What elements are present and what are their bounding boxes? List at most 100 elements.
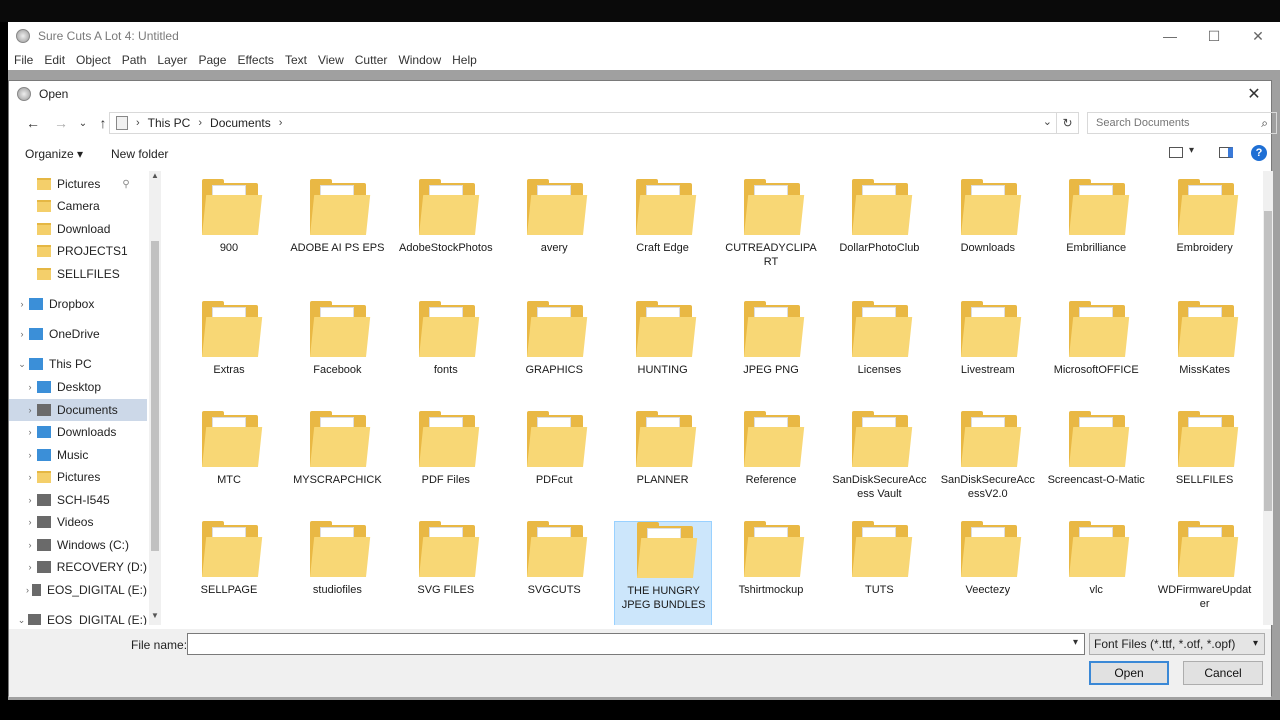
help-icon[interactable]: ? xyxy=(1251,145,1267,161)
organize-button[interactable]: Organize ▾ xyxy=(25,147,83,161)
refresh-button[interactable]: ↻ xyxy=(1057,112,1079,134)
folder-item[interactable]: Livestream xyxy=(939,301,1037,423)
expand-arrow-icon[interactable]: › xyxy=(23,517,37,527)
nav-item[interactable]: › RECOVERY (D:) xyxy=(9,556,147,578)
nav-item[interactable]: › EOS_DIGITAL (E:) xyxy=(9,579,147,601)
close-window-button[interactable]: ✕ xyxy=(1236,22,1280,50)
folder-item[interactable]: SVGCUTS xyxy=(505,521,603,625)
menu-text[interactable]: Text xyxy=(285,53,307,67)
folder-item[interactable]: SELLFILES xyxy=(1156,411,1254,533)
folder-item[interactable]: Embroidery xyxy=(1156,179,1254,301)
folder-item[interactable]: 900 xyxy=(180,179,278,301)
folder-item[interactable]: Licenses xyxy=(830,301,928,423)
menu-effects[interactable]: Effects xyxy=(237,53,273,67)
grid-scroll-thumb[interactable] xyxy=(1264,211,1272,511)
folder-item[interactable]: studiofiles xyxy=(288,521,386,625)
new-folder-button[interactable]: New folder xyxy=(111,147,168,161)
folder-item[interactable]: PDF Files xyxy=(397,411,495,533)
folder-item[interactable]: CUTREADYCLIPART xyxy=(722,179,820,301)
nav-item[interactable]: Camera xyxy=(9,195,147,217)
breadcrumb-this-pc[interactable]: This PC xyxy=(148,116,191,130)
address-dropdown-icon[interactable]: ⌄ xyxy=(1043,115,1052,128)
nav-item[interactable]: ⌄ This PC xyxy=(9,353,147,375)
expand-arrow-icon[interactable]: › xyxy=(23,382,37,392)
navigation-scrollbar[interactable]: ▲ ▼ xyxy=(149,171,161,625)
nav-item[interactable]: › Downloads xyxy=(9,421,147,443)
search-input[interactable] xyxy=(1094,116,1254,130)
nav-item[interactable]: › Desktop xyxy=(9,376,147,398)
nav-item[interactable]: › SCH-I545 xyxy=(9,489,147,511)
expand-arrow-icon[interactable]: › xyxy=(23,495,37,505)
cancel-button[interactable]: Cancel xyxy=(1183,661,1263,685)
nav-item[interactable]: › OneDrive xyxy=(9,323,147,345)
back-button[interactable]: ← xyxy=(23,113,43,133)
folder-item[interactable]: MTC xyxy=(180,411,278,533)
file-name-input[interactable] xyxy=(188,634,1058,654)
menu-path[interactable]: Path xyxy=(122,53,147,67)
breadcrumb-documents[interactable]: Documents xyxy=(210,116,271,130)
folder-item[interactable]: THE HUNGRY JPEG BUNDLES xyxy=(613,521,712,625)
scroll-thumb[interactable] xyxy=(151,241,159,551)
collapse-arrow-icon[interactable]: ⌄ xyxy=(15,359,29,370)
menu-edit[interactable]: Edit xyxy=(44,53,65,67)
folder-grid-scrollbar[interactable] xyxy=(1263,171,1273,625)
expand-arrow-icon[interactable]: › xyxy=(23,427,37,437)
view-dropdown-icon[interactable]: ▾ xyxy=(1189,145,1194,156)
folder-item[interactable]: MicrosoftOFFICE xyxy=(1047,301,1145,423)
folder-item[interactable]: vlc xyxy=(1047,521,1145,625)
scroll-down-icon[interactable]: ▼ xyxy=(149,611,161,625)
folder-item[interactable]: MissKates xyxy=(1156,301,1254,423)
folder-item[interactable]: Downloads xyxy=(939,179,1037,301)
folder-item[interactable]: fonts xyxy=(397,301,495,423)
expand-arrow-icon[interactable]: › xyxy=(23,585,32,595)
folder-item[interactable]: PLANNER xyxy=(614,411,712,533)
folder-item[interactable]: SanDiskSecureAccessV2.0 xyxy=(939,411,1037,533)
folder-item[interactable]: Embrilliance xyxy=(1047,179,1145,301)
folder-item[interactable]: Screencast-O-Matic xyxy=(1047,411,1145,533)
recent-locations-button[interactable]: ⌄ xyxy=(73,113,93,133)
folder-item[interactable]: Tshirtmockup xyxy=(722,521,820,625)
folder-item[interactable]: SVG FILES xyxy=(397,521,495,625)
folder-item[interactable]: WDFirmwareUpdater xyxy=(1156,521,1254,625)
nav-item[interactable]: SELLFILES xyxy=(9,263,147,285)
folder-item[interactable]: HUNTING xyxy=(614,301,712,423)
folder-item[interactable]: Craft Edge xyxy=(614,179,712,301)
menu-page[interactable]: Page xyxy=(198,53,226,67)
folder-item[interactable]: Veectezy xyxy=(939,521,1037,625)
folder-item[interactable]: TUTS xyxy=(830,521,928,625)
nav-item[interactable]: › Dropbox xyxy=(9,293,147,315)
folder-item[interactable]: DollarPhotoClub xyxy=(830,179,928,301)
expand-arrow-icon[interactable]: › xyxy=(23,472,37,482)
menu-cutter[interactable]: Cutter xyxy=(355,53,388,67)
dialog-close-button[interactable]: ✕ xyxy=(1243,83,1265,105)
view-options-icon[interactable] xyxy=(1169,147,1183,158)
expand-arrow-icon[interactable]: › xyxy=(23,540,37,550)
expand-arrow-icon[interactable]: › xyxy=(23,450,37,460)
menu-layer[interactable]: Layer xyxy=(157,53,187,67)
collapse-arrow-icon[interactable]: ⌄ xyxy=(15,615,28,626)
nav-item[interactable]: › Music xyxy=(9,444,147,466)
folder-item[interactable]: AdobeStockPhotos xyxy=(397,179,495,301)
folder-item[interactable]: MYSCRAPCHICK xyxy=(288,411,386,533)
address-bar[interactable]: › This PC › Documents › ⌄ xyxy=(109,112,1057,134)
scroll-up-icon[interactable]: ▲ xyxy=(149,171,161,185)
nav-item[interactable]: › Windows (C:) xyxy=(9,534,147,556)
forward-button[interactable]: → xyxy=(51,113,71,133)
menu-help[interactable]: Help xyxy=(452,53,477,67)
expand-arrow-icon[interactable]: › xyxy=(15,329,29,339)
folder-item[interactable]: ADOBE AI PS EPS xyxy=(288,179,386,301)
maximize-button[interactable]: ☐ xyxy=(1192,22,1236,50)
file-type-select[interactable]: Font Files (*.ttf, *.otf, *.opf) ▾ xyxy=(1089,633,1265,655)
expand-arrow-icon[interactable]: › xyxy=(23,562,37,572)
folder-item[interactable]: JPEG PNG xyxy=(722,301,820,423)
expand-arrow-icon[interactable]: › xyxy=(23,405,37,415)
expand-arrow-icon[interactable]: › xyxy=(15,299,29,309)
nav-item[interactable]: PROJECTS1 xyxy=(9,240,147,262)
folder-item[interactable]: GRAPHICS xyxy=(505,301,603,423)
folder-item[interactable]: SanDiskSecureAccess Vault xyxy=(830,411,928,533)
folder-item[interactable]: SELLPAGE xyxy=(180,521,278,625)
nav-item[interactable]: › Videos xyxy=(9,511,147,533)
folder-item[interactable]: Extras xyxy=(180,301,278,423)
menu-file[interactable]: File xyxy=(14,53,33,67)
nav-item[interactable]: › Pictures xyxy=(9,466,147,488)
